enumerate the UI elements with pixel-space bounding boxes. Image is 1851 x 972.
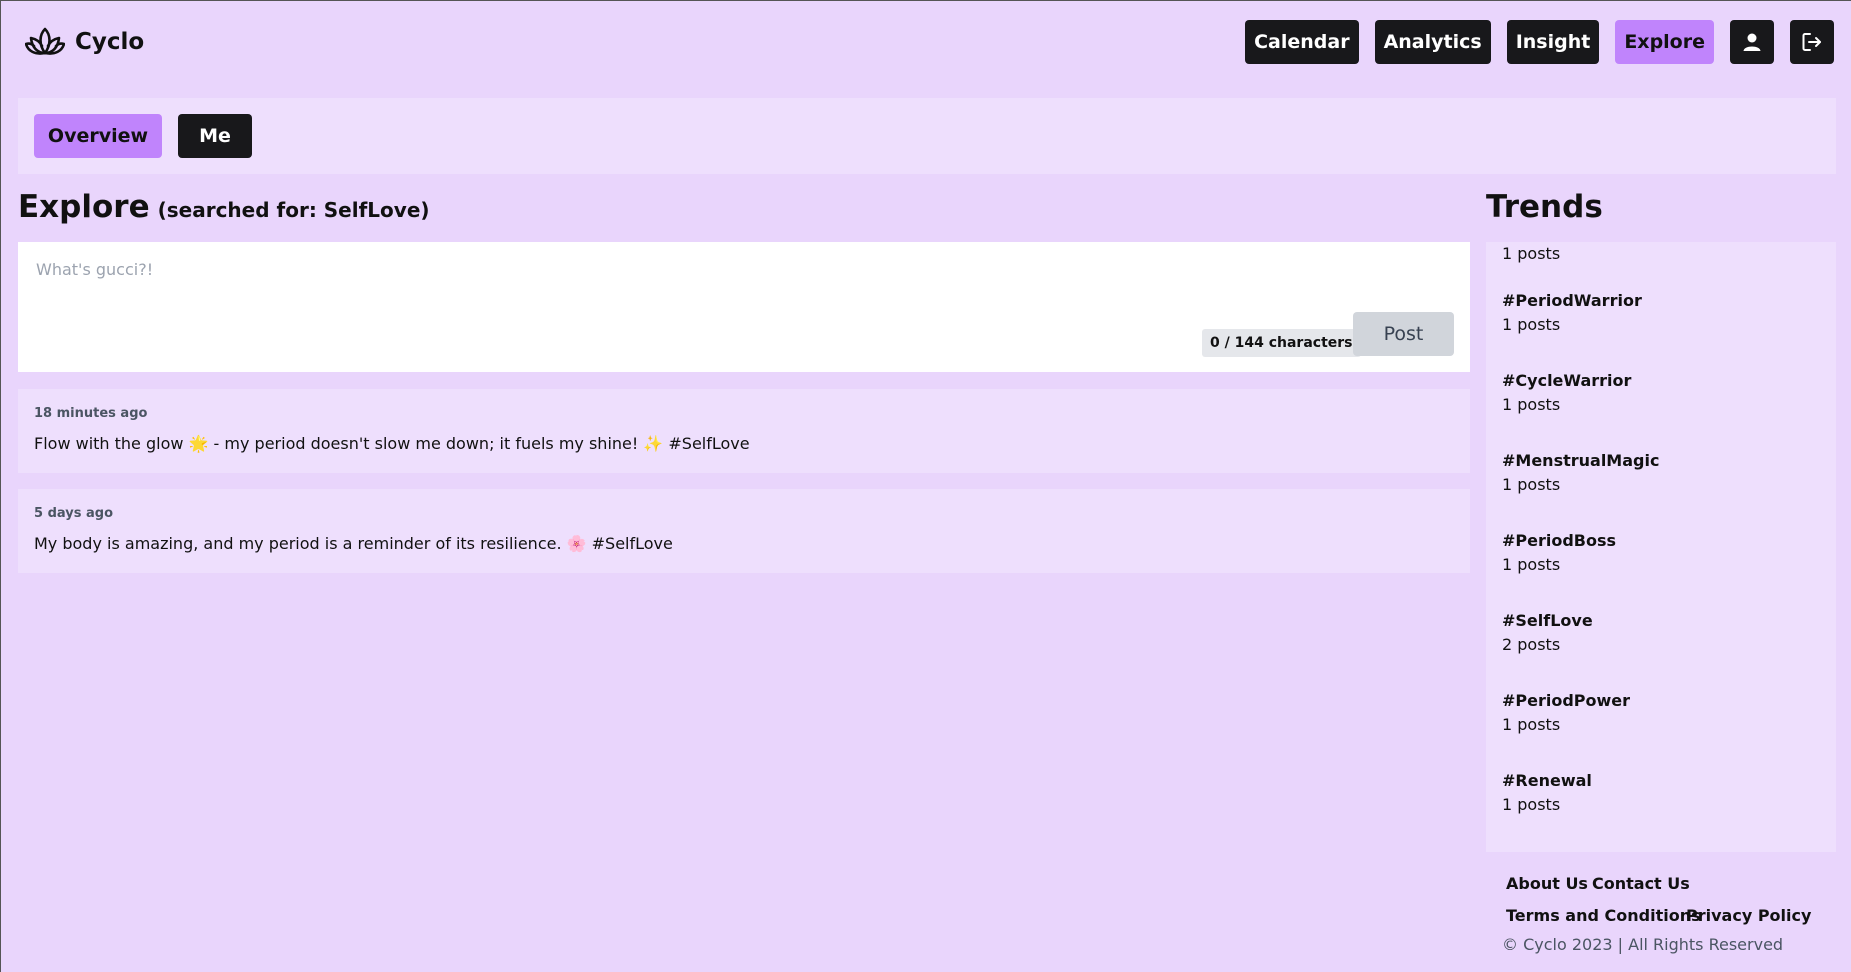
top-header: Cyclo Calendar Analytics Insight Explore (1, 1, 1851, 83)
trend-tag[interactable]: #PeriodPower (1502, 689, 1630, 713)
trend-item[interactable]: #SelfLove 2 posts (1502, 609, 1593, 657)
logout-icon (1802, 33, 1821, 51)
trend-item[interactable]: #PeriodWarrior 1 posts (1502, 289, 1642, 337)
post-input[interactable] (34, 258, 1438, 312)
nav-insight-button[interactable]: Insight (1506, 20, 1600, 64)
post-timestamp: 5 days ago (34, 506, 113, 521)
trend-tag[interactable]: #CycleWarrior (1502, 369, 1631, 393)
trend-count: 1 posts (1502, 395, 1561, 414)
post-text: Flow with the glow 🌟 - my period doesn't… (34, 434, 750, 453)
char-counter: 0 / 144 characters (1202, 329, 1361, 357)
trend-tag[interactable]: #MenstrualMagic (1502, 449, 1659, 473)
trends-panel[interactable]: 1 posts #PeriodWarrior 1 posts #CycleWar… (1486, 242, 1836, 852)
post-card: 18 minutes ago Flow with the glow 🌟 - my… (18, 389, 1470, 473)
trend-item[interactable]: #PeriodBoss 1 posts (1502, 529, 1616, 577)
nav-calendar-button[interactable]: Calendar (1245, 20, 1359, 64)
post-composer: 0 / 144 characters Post (18, 242, 1470, 372)
trend-count: 1 posts (1502, 475, 1561, 494)
trend-item[interactable]: #Renewal 1 posts (1502, 769, 1592, 817)
nav-explore-button[interactable]: Explore (1615, 20, 1714, 64)
page-title-row: Explore (searched for: SelfLove) (18, 189, 430, 225)
user-icon (1743, 33, 1761, 51)
trend-count: 1 posts (1502, 315, 1561, 334)
trend-tag[interactable]: #PeriodBoss (1502, 529, 1616, 553)
post-timestamp: 18 minutes ago (34, 406, 148, 421)
trend-count: 1 posts (1502, 715, 1561, 734)
profile-button[interactable] (1730, 20, 1774, 64)
logout-button[interactable] (1790, 20, 1834, 64)
search-query-label: (searched for: SelfLove) (157, 198, 430, 222)
trend-tag[interactable]: #Renewal (1502, 769, 1592, 793)
trend-item[interactable]: 1 posts (1502, 242, 1560, 266)
brand-name: Cyclo (75, 29, 145, 55)
main-nav: Calendar Analytics Insight Explore (1245, 20, 1834, 64)
footer-link-about-us[interactable]: About Us (1506, 874, 1588, 893)
post-button[interactable]: Post (1353, 312, 1454, 356)
trend-tag[interactable]: #PeriodWarrior (1502, 289, 1642, 313)
post-card: 5 days ago My body is amazing, and my pe… (18, 489, 1470, 573)
post-text: My body is amazing, and my period is a r… (34, 534, 673, 553)
page-title: Explore (18, 189, 150, 225)
nav-analytics-button[interactable]: Analytics (1374, 20, 1491, 64)
copyright-text: © Cyclo 2023 | All Rights Reserved (1502, 935, 1784, 954)
trend-item[interactable]: #PeriodPower 1 posts (1502, 689, 1630, 737)
lotus-icon (25, 27, 65, 55)
tab-overview[interactable]: Overview (34, 114, 162, 158)
trend-count: 1 posts (1502, 244, 1561, 263)
brand[interactable]: Cyclo (25, 25, 144, 59)
trend-count: 2 posts (1502, 635, 1561, 654)
footer-link-privacy[interactable]: Privacy Policy (1686, 906, 1811, 925)
trend-item[interactable]: #CycleWarrior 1 posts (1502, 369, 1631, 417)
trend-count: 1 posts (1502, 555, 1561, 574)
trend-count: 1 posts (1502, 795, 1561, 814)
trends-title: Trends (1486, 189, 1603, 225)
footer-link-terms[interactable]: Terms and Conditions (1506, 906, 1701, 925)
trend-tag[interactable]: #SelfLove (1502, 609, 1593, 633)
footer-link-contact-us[interactable]: Contact Us (1592, 874, 1690, 893)
trend-item[interactable]: #MenstrualMagic 1 posts (1502, 449, 1659, 497)
explore-subnav: Overview Me (18, 98, 1836, 174)
tab-me[interactable]: Me (178, 114, 252, 158)
